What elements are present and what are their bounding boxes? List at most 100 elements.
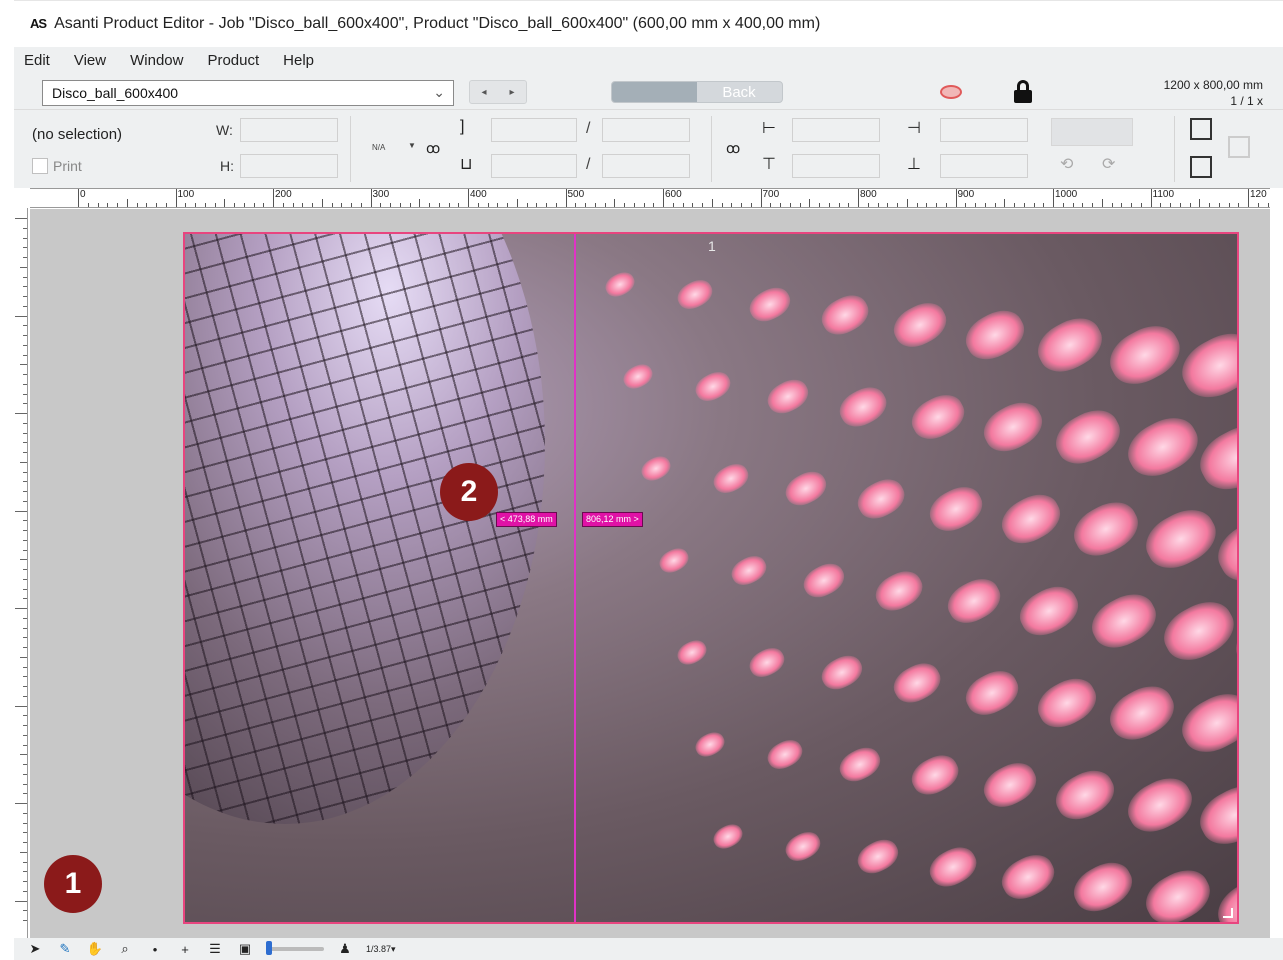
position-y-field[interactable] — [491, 154, 577, 178]
width-label: W: — [216, 122, 233, 138]
caret-down-icon[interactable]: ▼ — [408, 141, 416, 150]
position-x-field[interactable] — [491, 118, 577, 142]
ruler-minor-tick — [23, 452, 27, 453]
divider — [350, 116, 351, 182]
fit-icon[interactable]: ▣ — [236, 941, 254, 957]
margin-right-field[interactable] — [940, 118, 1028, 142]
ruler-minor-tick — [23, 549, 27, 551]
zoom-slider[interactable] — [266, 941, 324, 955]
menu-view[interactable]: View — [74, 52, 106, 69]
ruler-label: 600 — [665, 189, 682, 200]
person-icon[interactable]: ♟ — [336, 941, 354, 957]
margin-right-icon[interactable]: ⊣ — [907, 118, 921, 138]
ruler-minor-tick — [653, 203, 655, 207]
back-button[interactable]: Back — [611, 81, 783, 103]
previous-page-button[interactable]: ◂ — [470, 81, 498, 103]
light-spot — [1012, 578, 1086, 644]
ruler-minor-tick — [750, 203, 752, 207]
ruler-minor-tick — [1267, 203, 1269, 207]
light-spot — [1138, 861, 1218, 922]
ruler-minor-tick — [390, 203, 391, 207]
arrow-pointer-icon[interactable]: ➤ — [26, 941, 44, 957]
next-page-button[interactable]: ▸ — [498, 81, 526, 103]
ruler-minor-tick — [23, 344, 27, 346]
ruler-minor-tick — [23, 598, 27, 600]
margin-bottom-icon[interactable]: ⊥ — [907, 154, 921, 174]
link-proportions-icon[interactable]: ꝏ — [426, 140, 440, 157]
light-spot — [976, 394, 1050, 460]
lock-icon[interactable] — [1014, 80, 1032, 104]
rotate-icon[interactable]: ⟳ — [1102, 154, 1115, 174]
zoom-icon[interactable]: ⌕ — [116, 941, 134, 957]
oval-shape-icon[interactable] — [940, 85, 962, 99]
ruler-minor-tick — [23, 237, 27, 239]
margin-top-icon[interactable]: ⊤ — [762, 154, 776, 174]
align-bottom-edge-icon[interactable]: ⊔ — [460, 154, 472, 174]
ruler-minor-tick — [1218, 203, 1220, 207]
ruler-minor-tick — [23, 842, 27, 843]
menu-help[interactable]: Help — [283, 52, 314, 69]
ruler-minor-tick — [23, 432, 27, 434]
vertical-guide-line[interactable] — [574, 234, 576, 922]
menu-product[interactable]: Product — [207, 52, 259, 69]
product-page[interactable]: 1 < 473,88 mm 806,12 mm > — [183, 232, 1239, 924]
align-right-edge-icon[interactable]: ] — [460, 118, 464, 136]
flip-horizontal-icon[interactable]: ⟲ — [1060, 154, 1073, 174]
ruler-minor-tick — [263, 203, 265, 207]
ruler-minor-tick — [23, 325, 27, 327]
print-checkbox[interactable] — [32, 158, 48, 174]
ruler-minor-tick — [23, 734, 27, 736]
ruler-minor-tick — [23, 773, 27, 775]
ruler-minor-tick — [438, 203, 440, 207]
ruler-minor-tick — [23, 666, 27, 668]
menu-window[interactable]: Window — [130, 52, 183, 69]
ruler-minor-tick — [15, 900, 27, 902]
light-spot — [887, 656, 947, 709]
light-spot — [905, 748, 965, 801]
ruler-major-tick — [273, 189, 274, 207]
ruler-major-tick — [858, 189, 859, 207]
position-x2-field[interactable] — [602, 118, 690, 142]
margin-bottom-field[interactable] — [940, 154, 1028, 178]
height-field[interactable] — [240, 154, 338, 178]
light-spot — [1120, 769, 1200, 841]
margin-left-field[interactable] — [792, 118, 880, 142]
crosshair-icon[interactable]: + — [176, 942, 194, 957]
sliders-icon[interactable]: ☰ — [206, 941, 224, 957]
split-vertical-icon[interactable] — [1190, 118, 1212, 140]
hand-icon[interactable]: ✋ — [86, 941, 104, 957]
width-field[interactable] — [240, 118, 338, 142]
ruler-minor-tick — [97, 203, 99, 207]
ruler-minor-tick — [672, 203, 674, 207]
link-margins-icon[interactable]: ꝏ — [726, 140, 740, 157]
light-spot — [1191, 776, 1237, 855]
grid-icon[interactable] — [1228, 136, 1250, 158]
ruler-minor-tick — [1062, 203, 1064, 207]
ruler-minor-tick — [624, 203, 625, 207]
ruler-minor-tick — [487, 203, 489, 207]
product-dropdown[interactable]: Disco_ball_600x400 ⌄ — [42, 80, 454, 106]
ruler-minor-tick — [828, 203, 830, 207]
light-spot — [816, 649, 868, 696]
ruler-minor-tick — [23, 695, 27, 697]
margin-left-icon[interactable]: ⊢ — [762, 118, 776, 138]
toolbar-top: Disco_ball_600x400 ⌄ ◂ ▸ Back 1200 x 800… — [14, 74, 1283, 110]
resize-corner-icon[interactable] — [1223, 908, 1233, 918]
ruler-minor-tick — [331, 203, 333, 207]
split-horizontal-icon[interactable] — [1190, 156, 1212, 178]
zoom-slider-handle[interactable] — [266, 941, 272, 955]
pen-icon[interactable]: ✎ — [56, 941, 74, 957]
editor-canvas[interactable]: 1 < 473,88 mm 806,12 mm > — [30, 209, 1270, 938]
position-y2-field[interactable] — [602, 154, 690, 178]
menu-edit[interactable]: Edit — [24, 52, 50, 69]
ruler-minor-tick — [243, 203, 245, 207]
preset-dropdown[interactable] — [1051, 118, 1133, 146]
ruler-minor-tick — [916, 203, 918, 207]
ruler-minor-tick — [448, 203, 450, 207]
zoom-level[interactable]: 1/3.87▾ — [366, 944, 396, 955]
ruler-minor-tick — [23, 588, 27, 590]
point-icon[interactable]: • — [146, 942, 164, 957]
margin-top-field[interactable] — [792, 154, 880, 178]
ruler-minor-tick — [185, 203, 187, 207]
print-toggle[interactable]: Print — [32, 158, 82, 174]
